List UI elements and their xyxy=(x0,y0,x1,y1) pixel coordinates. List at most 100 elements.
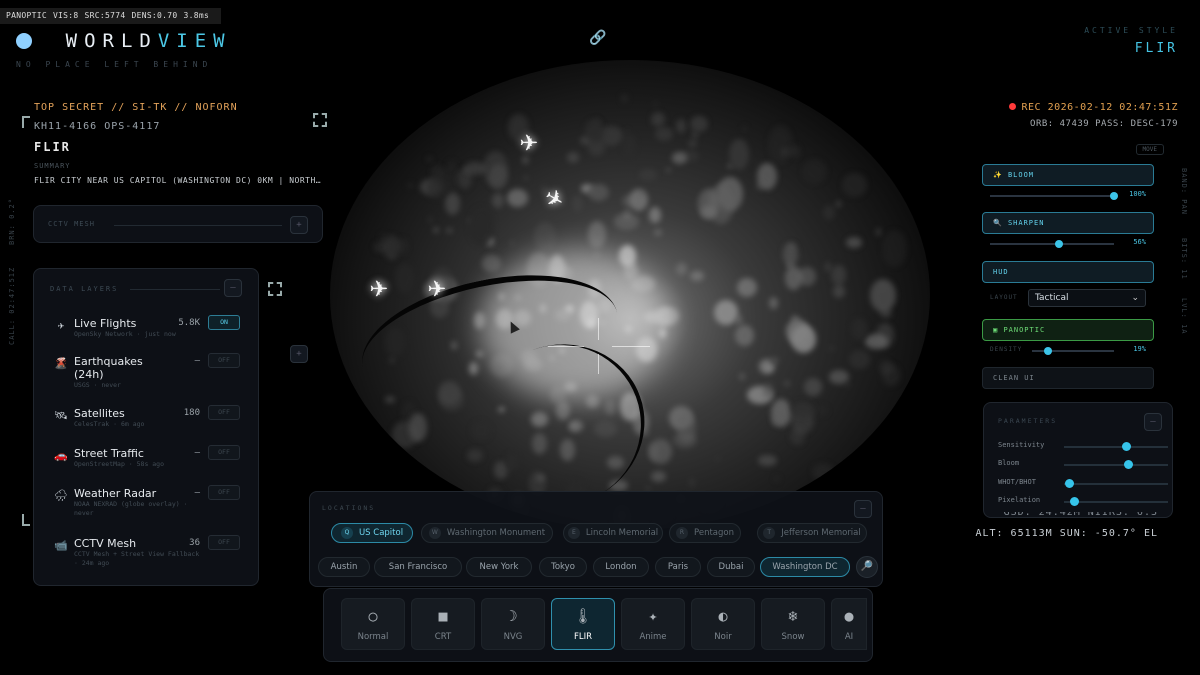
density-value: 19% xyxy=(1133,345,1146,353)
collapse-button[interactable]: – xyxy=(854,500,872,518)
style-nvg[interactable]: ☽ NVG xyxy=(481,598,545,650)
flight-marker-plane-icon[interactable]: ✈ xyxy=(520,124,538,159)
layer-toggle[interactable]: ON xyxy=(208,315,240,330)
status-vis: VIS:8 xyxy=(52,11,79,20)
location-chip-lincoln-memorial[interactable]: E Lincoln Memorial xyxy=(563,523,663,543)
slider-knob[interactable] xyxy=(1070,497,1080,506)
slider-knob[interactable] xyxy=(1122,442,1132,451)
bloom-toggle[interactable]: ✨ BLOOM xyxy=(982,164,1154,186)
layer-source: OpenSky Network · just now xyxy=(74,330,176,338)
density-slider[interactable]: DENSITY 19% xyxy=(982,345,1154,357)
slider-track[interactable] xyxy=(1064,460,1168,469)
corner-bracket xyxy=(22,514,30,526)
layer-toggle[interactable]: OFF xyxy=(208,405,240,420)
clean-ui-button[interactable]: CLEAN UI xyxy=(982,367,1154,389)
layer-toggle[interactable]: OFF xyxy=(208,353,240,368)
move-button[interactable]: MOVE xyxy=(1135,144,1164,155)
cctv-mesh-panel[interactable]: CCTV MESH + xyxy=(33,205,323,243)
city-chip-washington-dc[interactable]: Washington DC xyxy=(760,557,850,577)
active-style-value: FLIR xyxy=(1134,41,1178,56)
locations-header: LOCATIONS xyxy=(322,504,376,512)
layer-toggle[interactable]: OFF xyxy=(208,485,240,500)
style-label: FLIR xyxy=(573,632,593,642)
city-chip-tokyo[interactable]: Tokyo xyxy=(539,557,587,577)
sharpen-slider[interactable]: 56% xyxy=(982,238,1154,250)
flight-marker-plane-icon[interactable]: ✈ xyxy=(428,270,446,305)
flight-marker-plane-icon[interactable]: ✈ xyxy=(370,270,388,305)
slider-knob[interactable] xyxy=(1043,347,1052,355)
city-chip-austin[interactable]: Austin xyxy=(318,557,370,577)
layer-name: Street Traffic xyxy=(74,447,144,460)
sharpen-value: 56% xyxy=(1133,238,1146,246)
style-crt[interactable]: ■ CRT xyxy=(411,598,475,650)
style-ai[interactable]: ● AI xyxy=(831,598,867,650)
snowflake-icon: ❄ xyxy=(788,607,798,625)
hud-toggle[interactable]: HUD xyxy=(982,261,1154,283)
slider-track[interactable] xyxy=(1064,442,1168,451)
location-chip-washington-monument[interactable]: W Washington Monument xyxy=(421,523,553,543)
divider xyxy=(114,225,282,226)
search-icon[interactable]: 🔎 xyxy=(856,556,878,578)
parameter-slider-whot-bhot[interactable]: WHOT/BHOT xyxy=(998,478,1168,490)
layer-name: Earthquakes (24h) xyxy=(74,355,143,381)
bloom-slider[interactable]: 100% xyxy=(982,190,1154,202)
sharpen-toggle[interactable]: 🔍 SHARPEN xyxy=(982,212,1154,234)
expand-button[interactable]: + xyxy=(290,345,308,363)
panoptic-toggle[interactable]: ▣ PANOPTIC xyxy=(982,319,1154,341)
layer-source: NOAA NEXRAD (globe overlay) · never xyxy=(74,500,188,517)
parameter-slider-sensitivity[interactable]: Sensitivity xyxy=(998,441,1168,453)
status-src: SRC:5774 xyxy=(84,11,126,20)
city-chip-san-francisco[interactable]: San Francisco xyxy=(374,557,462,577)
slider-knob[interactable] xyxy=(1065,479,1075,488)
city-chip-paris[interactable]: Paris xyxy=(655,557,701,577)
magnifier-icon: 🔍 xyxy=(993,219,1003,227)
fullscreen-icon[interactable] xyxy=(313,113,327,127)
layout-select[interactable]: Tactical ⌄ xyxy=(1028,289,1146,307)
slider-knob[interactable] xyxy=(1110,192,1118,200)
slider-track[interactable] xyxy=(1064,479,1168,488)
active-style-label: ACTIVE STYLE xyxy=(1084,26,1178,35)
location-chip-jefferson-memorial[interactable]: T Jefferson Memorial xyxy=(757,523,867,543)
style-anime[interactable]: ✦ Anime xyxy=(621,598,685,650)
slider-knob[interactable] xyxy=(1055,240,1064,248)
fullscreen-icon[interactable] xyxy=(268,282,282,296)
slider-track[interactable] xyxy=(1064,497,1168,506)
layer-toggle[interactable]: OFF xyxy=(208,445,240,460)
slider-knob[interactable] xyxy=(1124,460,1134,469)
style-snow[interactable]: ❄ Snow xyxy=(761,598,825,650)
satellite-icon: 🛰 xyxy=(54,409,68,422)
classification-banner: TOP SECRET // SI-TK // NOFORN xyxy=(34,102,238,113)
layer-count: 180 xyxy=(183,408,200,418)
parameter-slider-bloom[interactable]: Bloom xyxy=(998,459,1168,471)
city-chip-new-york[interactable]: New York xyxy=(466,557,532,577)
app-title: WORLDVIEW xyxy=(66,30,232,52)
style-flir[interactable]: 🌡 FLIR xyxy=(551,598,615,650)
satellite-id: KH11-4166 OPS-4117 xyxy=(34,121,161,132)
link-icon[interactable]: 🔗 xyxy=(588,30,608,50)
geo-readout: GSD: 24.42M NIIRS: 6.3 ALT: 65113M SUN: … xyxy=(975,512,1158,539)
chip-label: Washington Monument xyxy=(446,528,546,538)
map-viewport[interactable] xyxy=(330,60,930,530)
square-icon: ▣ xyxy=(993,326,999,334)
chip-label: Lincoln Memorial xyxy=(585,528,659,538)
city-chip-dubai[interactable]: Dubai xyxy=(707,557,755,577)
layer-source: CCTV Mesh + Street View Fallback · 24m a… xyxy=(74,550,200,567)
style-noir[interactable]: ◐ Noir xyxy=(691,598,755,650)
sharpen-label: SHARPEN xyxy=(1007,219,1045,227)
parameter-slider-pixelation[interactable]: Pixelation xyxy=(998,496,1168,508)
cctv-expand-button[interactable]: + xyxy=(290,216,308,234)
left-edge-readout: CALL: 02:47:51Z xyxy=(8,266,16,345)
collapse-button[interactable]: – xyxy=(224,279,242,297)
alt-readout: ALT: 65113M SUN: -50.7° EL xyxy=(975,528,1158,539)
location-chip-pentagon[interactable]: R Pentagon xyxy=(669,523,741,543)
style-label: Normal xyxy=(357,632,389,642)
hud-label: HUD xyxy=(993,268,1009,276)
city-chip-london[interactable]: London xyxy=(593,557,649,577)
panoptic-label: PANOPTIC xyxy=(1003,326,1046,334)
layer-count: 36 xyxy=(189,538,200,548)
sparkle-icon: ✨ xyxy=(993,171,1003,179)
location-chip-us-capitol[interactable]: Q US Capitol xyxy=(331,523,413,543)
collapse-button[interactable]: – xyxy=(1144,413,1162,431)
layer-toggle[interactable]: OFF xyxy=(208,535,240,550)
style-normal[interactable]: ○ Normal xyxy=(341,598,405,650)
